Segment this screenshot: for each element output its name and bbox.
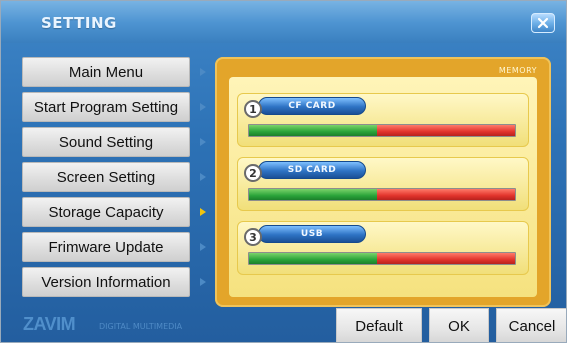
capacity-used-fill — [249, 125, 377, 136]
ok-button[interactable]: OK — [429, 308, 489, 342]
capacity-used-fill — [249, 189, 377, 200]
capacity-bar — [248, 124, 516, 137]
storage-card-usb: USB 3 — [237, 221, 529, 275]
sidebar-item-main-menu[interactable]: Main Menu — [22, 57, 190, 87]
storage-name-pill: USB — [258, 225, 366, 243]
brand-tagline: DIGITAL MULTIMEDIA — [99, 322, 183, 331]
capacity-used-fill — [249, 253, 377, 264]
capacity-bar — [248, 252, 516, 265]
window-title: SETTING — [41, 14, 117, 32]
storage-list: CF CARD 1 SD CARD 2 USB 3 — [229, 77, 537, 297]
triangle-right-icon — [200, 243, 206, 251]
cancel-button[interactable]: Cancel — [496, 308, 566, 342]
capacity-bar — [248, 188, 516, 201]
memory-label: MEMORY — [498, 66, 537, 75]
sidebar-item-sound-setting[interactable]: Sound Setting — [22, 127, 190, 157]
settings-window: SETTING Main Menu Start Program Setting … — [0, 0, 567, 343]
storage-capacity-panel: MEMORY CF CARD 1 SD CARD 2 USB 3 — [215, 57, 551, 307]
default-button[interactable]: Default — [336, 308, 422, 342]
triangle-right-icon — [200, 278, 206, 286]
triangle-right-icon — [200, 173, 206, 181]
triangle-right-icon — [200, 68, 206, 76]
storage-card-cf: CF CARD 1 — [237, 93, 529, 147]
settings-sidebar: Main Menu Start Program Setting Sound Se… — [22, 57, 198, 302]
close-icon — [537, 17, 549, 29]
storage-card-sd: SD CARD 2 — [237, 157, 529, 211]
storage-number-badge: 1 — [244, 100, 262, 118]
sidebar-item-storage-capacity[interactable]: Storage Capacity — [22, 197, 190, 227]
triangle-right-icon — [200, 103, 206, 111]
sidebar-item-version-information[interactable]: Version Information — [22, 267, 190, 297]
storage-number-badge: 3 — [244, 228, 262, 246]
storage-name-pill: SD CARD — [258, 161, 366, 179]
sidebar-item-screen-setting[interactable]: Screen Setting — [22, 162, 190, 192]
brand-logo: ZAVIM — [23, 314, 76, 334]
close-button[interactable] — [531, 13, 555, 33]
title-bar: SETTING — [1, 1, 566, 43]
storage-number-badge: 2 — [244, 164, 262, 182]
active-indicator-icon — [200, 208, 206, 216]
sidebar-item-start-program-setting[interactable]: Start Program Setting — [22, 92, 190, 122]
storage-name-pill: CF CARD — [258, 97, 366, 115]
sidebar-item-firmware-update[interactable]: Frimware Update — [22, 232, 190, 262]
triangle-right-icon — [200, 138, 206, 146]
